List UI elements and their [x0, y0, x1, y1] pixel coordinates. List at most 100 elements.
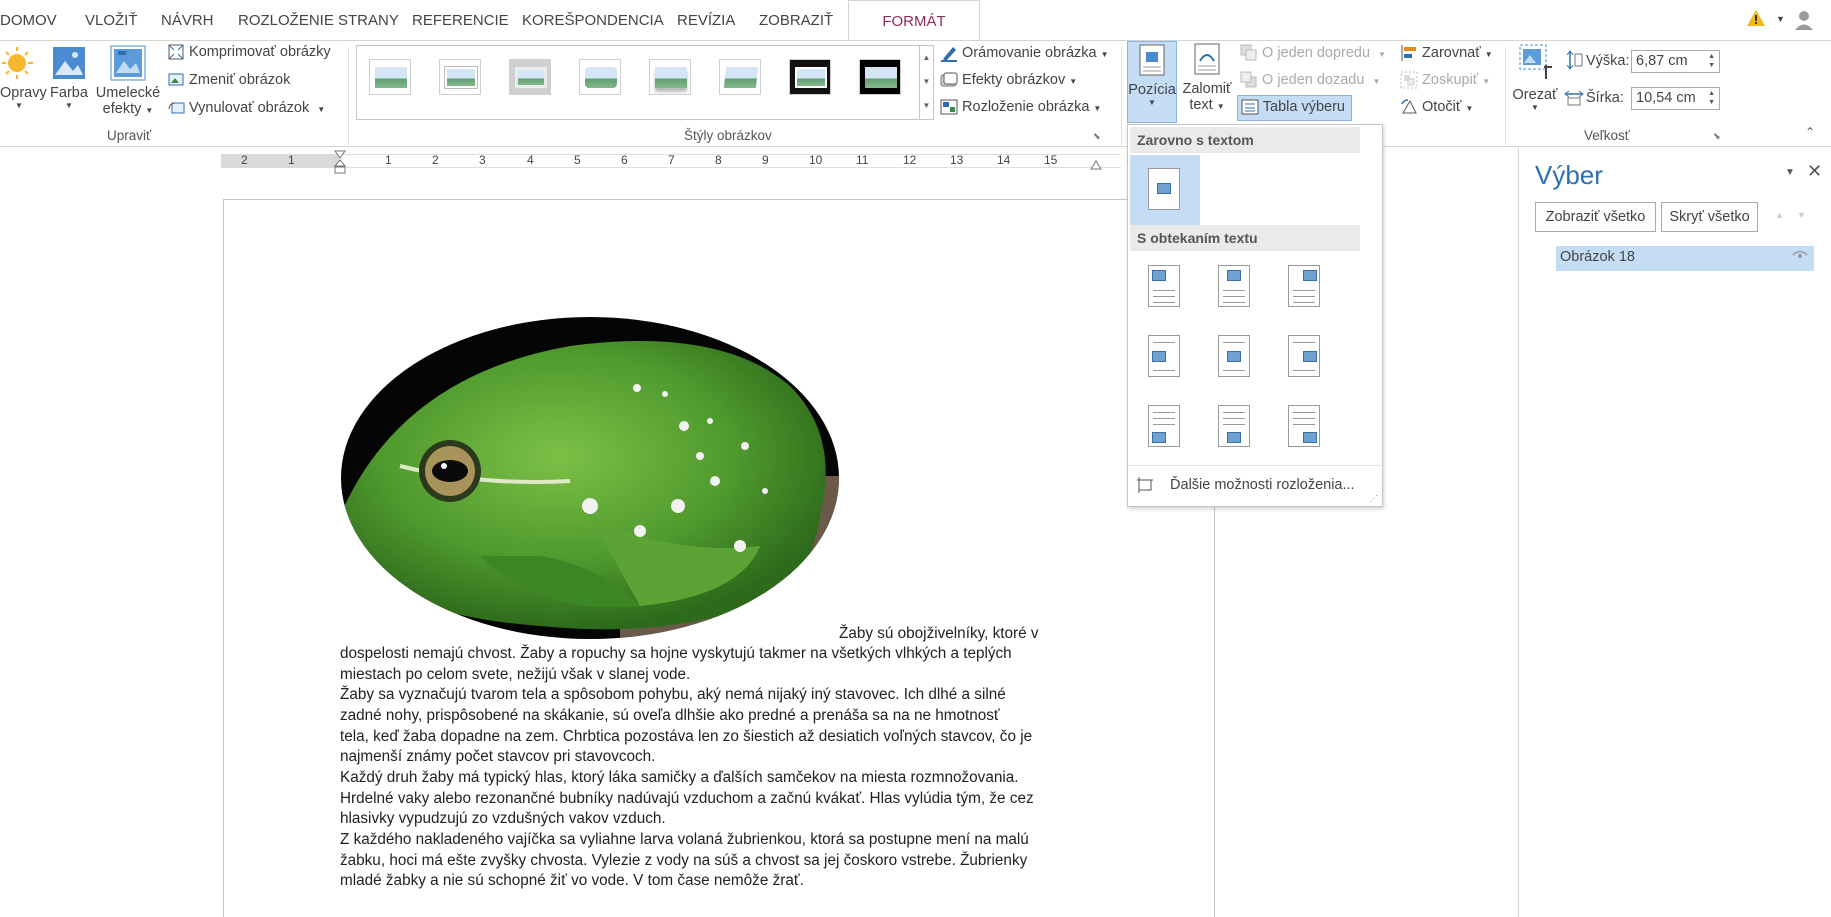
collapse-ribbon-icon[interactable]: ⌃ [1805, 125, 1815, 139]
vyska-label: Výška: [1586, 53, 1630, 69]
tab-zobrazit[interactable]: ZOBRAZIŤ [759, 0, 833, 41]
position-dropdown: Zarovno s textom S obtekaním textu Ďalši… [1127, 124, 1383, 507]
ruler-number: 6 [621, 153, 628, 167]
style-thumb-3[interactable] [509, 59, 551, 95]
vyska-input[interactable]: 6,87 cm ▲ ▼ [1631, 50, 1720, 73]
selection-item[interactable]: Obrázok 18 [1556, 246, 1814, 271]
crop-icon [1519, 44, 1552, 79]
paragraph-line: hlasivky vypudzujú zo vzdušných vakov vz… [340, 810, 666, 827]
warning-icon[interactable] [1746, 9, 1766, 31]
position-middle-center[interactable] [1218, 335, 1250, 377]
style-thumb-8[interactable] [859, 59, 901, 95]
vynulovat-button[interactable]: Vynulovať obrázok ▼ [167, 99, 325, 117]
resize-grip-icon[interactable]: ⋰ [1370, 494, 1378, 503]
tab-format[interactable]: FORMÁT [848, 0, 980, 42]
zalomit-text-button[interactable]: Zalomiť text ▼ [1180, 41, 1234, 113]
style-thumb-1[interactable] [369, 59, 411, 95]
oramovanie-button[interactable]: Orámovanie obrázka ▼ [940, 44, 1109, 62]
position-bottom-center[interactable] [1218, 405, 1250, 447]
position-middle-left[interactable] [1148, 335, 1180, 377]
section-inline-header: Zarovno s textom [1130, 127, 1360, 153]
o-jeden-dozadu-button[interactable]: O jeden dozadu ▼ [1240, 71, 1380, 89]
tab-rozlozenie-strany[interactable]: ROZLOŽENIE STRANY [238, 0, 399, 41]
group-label-styly: Štýly obrázkov [684, 128, 772, 143]
oramovanie-label: Orámovanie obrázka [962, 44, 1097, 61]
tab-vlozit[interactable]: VLOŽIŤ [85, 0, 138, 41]
orezat-button[interactable]: Orezať ▼ [1510, 43, 1560, 112]
style-thumb-7[interactable] [789, 59, 831, 95]
tabla-vyberu-button[interactable]: Tabla výberu [1237, 95, 1352, 121]
style-thumb-5[interactable] [649, 59, 691, 95]
picture-styles-gallery[interactable] [356, 45, 934, 120]
horizontal-ruler[interactable]: 2 1 1 2 3 4 5 6 7 8 9 10 11 12 13 14 15 [221, 150, 1121, 174]
efekty-button[interactable]: Efekty obrázkov ▼ [940, 71, 1077, 89]
close-icon[interactable]: ✕ [1807, 161, 1822, 182]
paragraph-line: Z každého nakladeného vajíčka sa vyliahn… [340, 831, 1029, 848]
group-label-velkost: Veľkosť [1584, 128, 1630, 143]
position-bottom-left[interactable] [1148, 405, 1180, 447]
paragraph-line: žabku, hoci má ešte zvyšky chvosta. Vyle… [340, 852, 1028, 869]
o-jeden-dopredu-button[interactable]: O jeden dopredu ▼ [1240, 44, 1386, 62]
position-inline[interactable] [1130, 155, 1200, 225]
ruler-number: 1 [288, 153, 295, 167]
rotate-icon [1401, 99, 1417, 114]
ruler-number: 14 [997, 153, 1011, 167]
tabla-label: Tabla výberu [1262, 98, 1345, 115]
tab-referencie[interactable]: REFERENCIE [412, 0, 509, 41]
hide-all-button[interactable]: Skryť všetko [1661, 202, 1758, 232]
velkost-launcher-icon[interactable]: ⬊ [1713, 131, 1721, 142]
right-indent-icon[interactable] [1090, 158, 1102, 174]
zarovnat-button[interactable]: Zarovnať ▼ [1400, 44, 1493, 62]
umelecke-label-1: Umelecké [95, 85, 161, 101]
ruler-number: 12 [903, 153, 917, 167]
position-top-right[interactable] [1288, 265, 1320, 307]
sirka-input[interactable]: 10,54 cm ▲ ▼ [1631, 87, 1720, 110]
otocit-button[interactable]: Otočiť ▼ [1400, 98, 1473, 116]
pen-border-icon [941, 47, 957, 62]
show-all-button[interactable]: Zobraziť všetko [1535, 202, 1656, 232]
zarovnat-label: Zarovnať [1422, 44, 1481, 61]
style-thumb-4[interactable] [579, 59, 621, 95]
eye-icon[interactable] [1792, 249, 1808, 265]
tab-domov[interactable]: DOMOV [0, 0, 57, 41]
tab-korespondencia[interactable]: KOREŠPONDENCIA [522, 0, 664, 41]
rozlozenie-obrazka-button[interactable]: Rozloženie obrázka ▼ [940, 98, 1101, 116]
style-thumb-6[interactable] [719, 59, 761, 95]
move-up-icon[interactable]: ▲ [1775, 210, 1784, 220]
pozicia-button[interactable]: Pozícia ▼ [1127, 41, 1177, 123]
position-middle-right[interactable] [1288, 335, 1320, 377]
layout-options-icon [1137, 477, 1153, 493]
orezat-label: Orezať [1512, 87, 1558, 103]
more-options-label: Ďalšie možnosti rozloženia... [1170, 476, 1355, 493]
section-wrap-header: S obtekaním textu [1130, 225, 1360, 251]
sun-icon [2, 47, 33, 79]
dialog-launcher-icon[interactable]: ⬊ [1093, 131, 1101, 142]
zmenit-obrazok-button[interactable]: Zmeniť obrázok [167, 71, 290, 89]
komprimovat-label: Komprimovať obrázky [189, 43, 331, 60]
opravy-button[interactable]: Opravy ▼ [0, 45, 47, 125]
ruler-number: 3 [479, 153, 486, 167]
pane-options-icon[interactable]: ▼ [1785, 167, 1795, 178]
komprimovat-button[interactable]: Komprimovať obrázky [167, 43, 331, 61]
artistic-effects-icon [110, 45, 146, 81]
more-layout-options[interactable]: Ďalšie možnosti rozloženia... [1136, 476, 1376, 500]
zoskupit-button[interactable]: Zoskupiť ▼ [1400, 71, 1490, 89]
tab-navrh[interactable]: NÁVRH [161, 0, 214, 41]
tab-revizia[interactable]: REVÍZIA [677, 0, 735, 41]
zalomit-label-1: Zalomiť [1182, 81, 1232, 97]
move-down-icon[interactable]: ▼ [1797, 210, 1806, 220]
position-bottom-right[interactable] [1288, 405, 1320, 447]
position-top-left[interactable] [1148, 265, 1180, 307]
gallery-scroll[interactable]: ▲ ▼ ▼ [919, 46, 933, 119]
effects-icon [940, 72, 958, 87]
chevron-down-icon[interactable]: ▼ [1776, 14, 1785, 24]
umelecke-efekty-button[interactable]: Umelecké efekty ▼ [94, 45, 162, 117]
frog-picture[interactable] [340, 316, 840, 641]
indent-marker-icon[interactable] [333, 150, 347, 178]
farba-button[interactable]: Farba ▼ [48, 45, 90, 110]
ribbon: Opravy ▼ Farba ▼ Umelecké efekty ▼ Kompr… [0, 41, 1831, 147]
style-thumb-2[interactable] [439, 59, 481, 95]
position-top-center[interactable] [1218, 265, 1250, 307]
paragraph-line: Každý druh žaby má typický hlas, ktorý l… [340, 769, 1019, 786]
account-icon[interactable] [1793, 9, 1815, 35]
